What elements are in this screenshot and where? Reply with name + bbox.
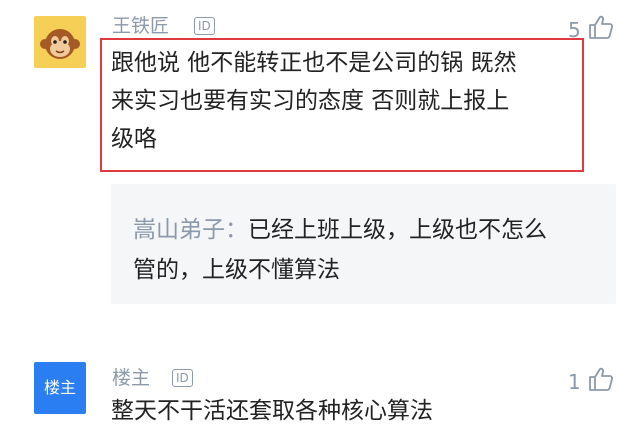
comment-line: 跟他说 他不能转正也不是公司的锅 既然 bbox=[111, 50, 517, 76]
id-badge: ID bbox=[194, 17, 215, 35]
comment-line: 级咯 bbox=[111, 126, 157, 152]
id-badge: ID bbox=[172, 369, 193, 387]
op-avatar[interactable]: 楼主 bbox=[34, 362, 86, 414]
like-count: 1 bbox=[568, 370, 581, 394]
comment-username[interactable]: 楼主 bbox=[112, 366, 150, 390]
thumbs-up-icon[interactable] bbox=[588, 14, 614, 40]
reply-text: 已经上班上级，上级也不怎么 bbox=[248, 217, 547, 243]
comment-username[interactable]: 王铁匠 bbox=[112, 14, 169, 38]
monkey-avatar-icon[interactable] bbox=[34, 16, 86, 68]
comment-body: 整天不干活还套取各种核心算法 bbox=[111, 398, 433, 424]
reply-content: 嵩山弟子：已经上班上级，上级也不怎么 管的，上级不懂算法 bbox=[133, 210, 608, 290]
comment-body: 跟他说 他不能转正也不是公司的锅 既然 来实习也要有实习的态度 否则就上报上 级… bbox=[111, 44, 581, 158]
reply-text: 管的，上级不懂算法 bbox=[133, 257, 340, 283]
comment-line: 来实习也要有实习的态度 否则就上报上 bbox=[111, 88, 510, 114]
reply-author[interactable]: 嵩山弟子： bbox=[133, 217, 248, 243]
thumbs-up-icon[interactable] bbox=[588, 366, 614, 392]
